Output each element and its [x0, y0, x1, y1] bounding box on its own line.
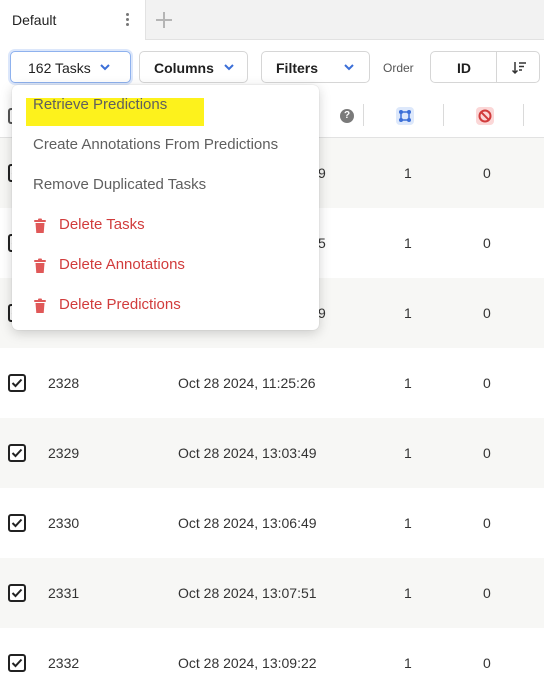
row-cancelled: 0	[483, 165, 491, 181]
plus-icon[interactable]	[154, 10, 174, 30]
row-id: 2332	[48, 655, 80, 671]
row-id: 2328	[48, 375, 80, 391]
row-cancelled: 0	[483, 375, 491, 391]
row-cancelled: 0	[483, 445, 491, 461]
row-cancelled: 0	[483, 305, 491, 321]
tab-default[interactable]: Default	[0, 0, 146, 40]
row-date: 9	[318, 165, 326, 181]
row-annotations: 1	[404, 165, 412, 181]
filters-button[interactable]: Filters	[261, 51, 370, 83]
menu-item-label: Retrieve Predictions	[33, 96, 168, 113]
row-date: 9	[318, 305, 326, 321]
row-checkbox[interactable]	[8, 374, 26, 392]
tasks-actions-button[interactable]: 162 Tasks	[10, 51, 131, 83]
tab-label: Default	[12, 12, 57, 28]
row-cancelled: 0	[483, 585, 491, 601]
table-row[interactable]: 2328 Oct 28 2024, 11:25:26 1 0	[0, 348, 544, 418]
chevron-down-icon	[100, 64, 110, 71]
row-date: 5	[318, 235, 326, 251]
menu-item-label: Create Annotations From Predictions	[33, 136, 279, 153]
tasks-count-label: 162 Tasks	[28, 60, 91, 76]
columns-button[interactable]: Columns	[139, 51, 248, 83]
row-annotations: 1	[404, 305, 412, 321]
row-date: Oct 28 2024, 13:06:49	[178, 515, 317, 531]
menu-item-delete-predictions[interactable]: Delete Predictions	[12, 287, 319, 325]
filters-label: Filters	[276, 60, 319, 76]
trash-icon	[34, 218, 46, 233]
chevron-down-icon	[224, 64, 234, 71]
menu-item-delete-tasks[interactable]: Delete Tasks	[12, 207, 319, 245]
row-id: 2331	[48, 585, 80, 601]
help-icon[interactable]: ?	[340, 109, 354, 123]
tab-bar: Default	[0, 0, 544, 40]
table-row[interactable]: 2329 Oct 28 2024, 13:03:49 1 0	[0, 418, 544, 488]
row-checkbox[interactable]	[8, 584, 26, 602]
menu-item-label: Remove Duplicated Tasks	[33, 176, 207, 193]
row-date: Oct 28 2024, 13:09:22	[178, 655, 317, 671]
menu-item-delete-annotations[interactable]: Delete Annotations	[12, 247, 319, 285]
row-annotations: 1	[404, 445, 412, 461]
table-row[interactable]: 2330 Oct 28 2024, 13:06:49 1 0	[0, 488, 544, 558]
tasks-actions-menu: Retrieve Predictions Create Annotations …	[12, 85, 319, 330]
row-date: Oct 28 2024, 11:25:26	[178, 375, 316, 391]
order-label: Order	[383, 61, 414, 75]
trash-icon	[34, 258, 46, 273]
sort-descending-icon[interactable]	[511, 60, 527, 76]
menu-item-label: Delete Tasks	[59, 216, 145, 233]
row-cancelled: 0	[483, 235, 491, 251]
menu-item-label: Delete Predictions	[59, 296, 181, 313]
annotations-icon	[396, 107, 414, 125]
menu-item-remove-duplicated-tasks[interactable]: Remove Duplicated Tasks	[12, 167, 319, 205]
order-select[interactable]: ID	[430, 51, 540, 83]
row-annotations: 1	[404, 515, 412, 531]
row-date: Oct 28 2024, 13:07:51	[178, 585, 317, 601]
table-row[interactable]: 2331 Oct 28 2024, 13:07:51 1 0	[0, 558, 544, 628]
table-row[interactable]: 2332 Oct 28 2024, 13:09:22 1 0	[0, 628, 544, 695]
row-annotations: 1	[404, 585, 412, 601]
column-divider	[363, 104, 364, 126]
column-divider	[443, 104, 444, 126]
row-cancelled: 0	[483, 515, 491, 531]
row-date: Oct 28 2024, 13:03:49	[178, 445, 317, 461]
menu-item-label: Delete Annotations	[59, 256, 185, 273]
column-divider	[523, 104, 524, 126]
row-checkbox[interactable]	[8, 654, 26, 672]
row-annotations: 1	[404, 655, 412, 671]
cancelled-icon	[476, 107, 494, 125]
row-cancelled: 0	[483, 655, 491, 671]
menu-item-create-annotations-from-predictions[interactable]: Create Annotations From Predictions	[12, 127, 319, 165]
row-annotations: 1	[404, 235, 412, 251]
row-id: 2329	[48, 445, 80, 461]
row-checkbox[interactable]	[8, 444, 26, 462]
divider	[496, 52, 497, 82]
kebab-menu-icon[interactable]	[122, 12, 132, 28]
row-id: 2330	[48, 515, 80, 531]
row-checkbox[interactable]	[8, 514, 26, 532]
menu-item-retrieve-predictions[interactable]: Retrieve Predictions	[12, 87, 319, 125]
chevron-down-icon	[344, 64, 354, 71]
row-annotations: 1	[404, 375, 412, 391]
trash-icon	[34, 298, 46, 313]
order-field-label: ID	[457, 60, 471, 76]
columns-label: Columns	[154, 60, 214, 76]
